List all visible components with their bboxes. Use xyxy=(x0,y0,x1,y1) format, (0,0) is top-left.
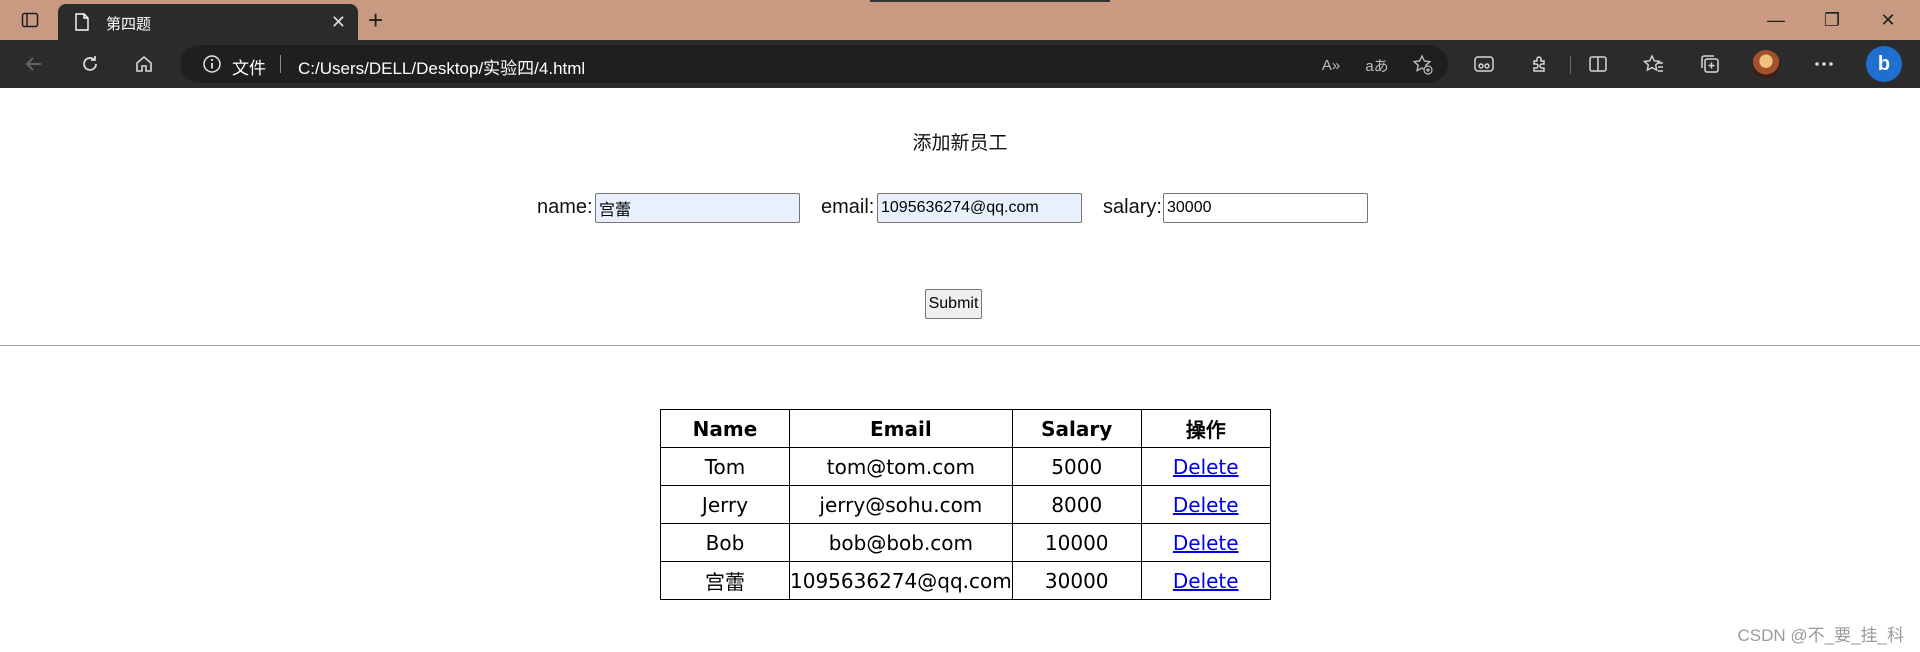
cell-salary: 5000 xyxy=(1011,447,1142,486)
home-icon xyxy=(136,55,152,72)
delete-link[interactable]: Delete xyxy=(1173,531,1239,555)
title-bar-line xyxy=(870,0,1110,2)
info-icon[interactable] xyxy=(202,54,222,79)
cell-email: bob@bob.com xyxy=(789,523,1013,562)
cell-name: 宫蕾 xyxy=(660,561,790,600)
cell-action: Delete xyxy=(1140,485,1271,524)
cell-salary: 8000 xyxy=(1011,485,1142,524)
delete-link[interactable]: Delete xyxy=(1173,569,1239,593)
restore-button[interactable]: ❐ xyxy=(1804,0,1860,40)
browser-tab[interactable]: 第四题 ✕ xyxy=(58,4,358,40)
table-header-row: Name Email Salary 操作 xyxy=(660,409,1271,448)
games-icon[interactable] xyxy=(1466,48,1502,80)
cell-action: Delete xyxy=(1140,561,1271,600)
address-prefix: 文件 xyxy=(232,59,266,78)
submit-button[interactable]: Submit xyxy=(925,289,982,319)
back-arrow-icon xyxy=(25,57,41,71)
new-tab-button[interactable]: + xyxy=(368,4,383,36)
tab-close-button[interactable]: ✕ xyxy=(331,12,346,33)
header-action: 操作 xyxy=(1140,409,1271,448)
add-favorite-icon[interactable] xyxy=(1408,53,1438,77)
translate-icon[interactable]: aあ xyxy=(1362,53,1392,77)
header-name: Name xyxy=(660,409,790,448)
cell-salary: 10000 xyxy=(1011,523,1142,562)
cell-salary: 30000 xyxy=(1011,561,1142,600)
name-input[interactable] xyxy=(595,193,800,223)
tab-title: 第四题 xyxy=(106,16,152,33)
cell-name: Bob xyxy=(660,523,790,562)
cell-email: tom@tom.com xyxy=(789,447,1013,486)
refresh-button[interactable] xyxy=(72,48,108,80)
page-heading: 添加新员工 xyxy=(912,133,1008,154)
delete-link[interactable]: Delete xyxy=(1173,493,1239,517)
table-row: 宫蕾 1095636274@qq.com 30000 Delete xyxy=(660,561,1271,600)
profile-avatar[interactable] xyxy=(1752,50,1780,78)
close-window-button[interactable]: ✕ xyxy=(1860,0,1916,40)
title-bar: 第四题 ✕ + — ❐ ✕ xyxy=(0,0,1920,40)
watermark: CSDN @不_要_挂_科 xyxy=(1737,626,1904,645)
cell-action: Delete xyxy=(1140,447,1271,486)
page-icon xyxy=(74,13,90,35)
header-email: Email xyxy=(789,409,1013,448)
salary-input[interactable] xyxy=(1163,193,1368,223)
split-screen-icon[interactable] xyxy=(1580,48,1616,80)
employee-table: Name Email Salary 操作 Tom tom@tom.com 500… xyxy=(660,409,1271,600)
table-row: Tom tom@tom.com 5000 Delete xyxy=(660,447,1271,486)
table-row: Jerry jerry@sohu.com 8000 Delete xyxy=(660,485,1271,524)
email-label: email: xyxy=(821,196,875,218)
page-content: 添加新员工 name: email: salary: Submit Name E… xyxy=(0,88,1920,652)
home-button[interactable] xyxy=(126,48,162,80)
toolbar-separator xyxy=(1570,56,1571,74)
browser-toolbar: 文件 C:/Users/DELL/Desktop/实验四/4.html A» a… xyxy=(0,40,1920,88)
url-text[interactable]: C:/Users/DELL/Desktop/实验四/4.html xyxy=(298,54,585,79)
cell-action: Delete xyxy=(1140,523,1271,562)
table-row: Bob bob@bob.com 10000 Delete xyxy=(660,523,1271,562)
address-bar[interactable]: 文件 C:/Users/DELL/Desktop/实验四/4.html A» a… xyxy=(180,45,1448,83)
extensions-icon[interactable] xyxy=(1522,48,1558,80)
bing-copilot-icon[interactable]: b xyxy=(1866,46,1902,82)
collections-icon[interactable] xyxy=(1692,48,1728,80)
cell-email: jerry@sohu.com xyxy=(789,485,1013,524)
minimize-button[interactable]: — xyxy=(1748,0,1804,40)
cell-email: 1095636274@qq.com xyxy=(789,561,1013,600)
email-input[interactable] xyxy=(877,193,1082,223)
salary-label: salary: xyxy=(1103,196,1162,218)
more-menu-icon[interactable] xyxy=(1806,48,1842,80)
cell-name: Jerry xyxy=(660,485,790,524)
read-aloud-icon[interactable]: A» xyxy=(1316,53,1346,77)
back-button[interactable] xyxy=(16,48,52,80)
tab-actions-button[interactable] xyxy=(2,0,58,40)
refresh-icon xyxy=(83,56,97,71)
tab-actions-icon xyxy=(21,12,39,28)
delete-link[interactable]: Delete xyxy=(1173,455,1239,479)
name-label: name: xyxy=(537,196,593,218)
cell-name: Tom xyxy=(660,447,790,486)
horizontal-rule xyxy=(0,345,1920,346)
header-salary: Salary xyxy=(1011,409,1142,448)
address-separator xyxy=(280,55,281,73)
favorites-icon[interactable] xyxy=(1636,48,1672,80)
